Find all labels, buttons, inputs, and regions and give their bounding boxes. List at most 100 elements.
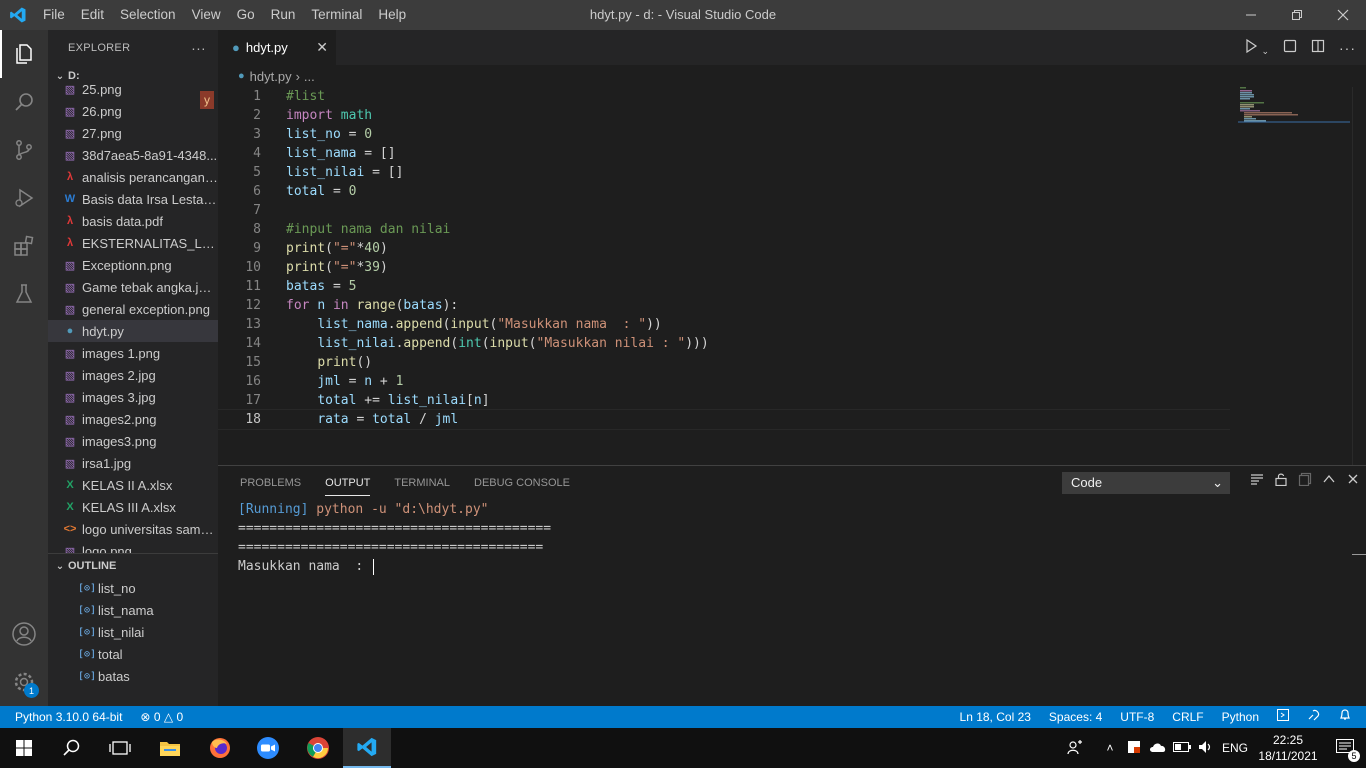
file-item[interactable]: W Basis data Irsa Lestari...: [48, 188, 218, 210]
extensions-icon[interactable]: [0, 222, 48, 270]
file-item[interactable]: X KELAS II A.xlsx: [48, 474, 218, 496]
search-icon[interactable]: [0, 78, 48, 126]
file-item[interactable]: ▧ Game tebak angka.jpeg: [48, 276, 218, 298]
notifications-icon[interactable]: 5: [1324, 738, 1366, 762]
input-language[interactable]: ENG: [1218, 741, 1252, 755]
outline-item[interactable]: [⊙] batas: [48, 665, 218, 687]
file-name: KELAS III A.xlsx: [82, 499, 176, 515]
file-item[interactable]: <> logo universitas sama...: [48, 518, 218, 540]
firefox-icon[interactable]: [196, 728, 244, 768]
security-shield-icon[interactable]: [1122, 740, 1146, 757]
file-item[interactable]: ▧ images2.png: [48, 408, 218, 430]
more-actions-icon[interactable]: ···: [1339, 40, 1356, 56]
menu-view[interactable]: View: [184, 0, 229, 30]
file-item[interactable]: λ basis data.pdf: [48, 210, 218, 232]
more-actions-button[interactable]: ···: [191, 40, 206, 56]
file-item[interactable]: ▧ general exception.png: [48, 298, 218, 320]
code-editor[interactable]: 1 #list 2 import math 3 list_no = 0 4 list_n…: [218, 87, 1366, 465]
tab-debug-console[interactable]: DEBUG CONSOLE: [462, 466, 582, 500]
python-interpreter[interactable]: Python 3.10.0 64-bit: [6, 706, 131, 728]
tab-problems[interactable]: PROBLEMS: [228, 466, 313, 500]
file-item[interactable]: ▧ 26.png: [48, 100, 218, 122]
source-control-icon[interactable]: [0, 126, 48, 174]
manage-gear-icon[interactable]: 1: [0, 658, 48, 706]
open-changes-icon[interactable]: [1283, 39, 1297, 56]
breadcrumb-symbol[interactable]: ...: [304, 69, 315, 84]
start-windows-icon[interactable]: [0, 728, 48, 768]
remote-icon[interactable]: [1268, 706, 1298, 728]
clear-output-icon[interactable]: [1250, 472, 1264, 489]
file-item[interactable]: ▧ images 2.jpg: [48, 364, 218, 386]
menu-edit[interactable]: Edit: [73, 0, 112, 30]
explorer-icon[interactable]: [0, 30, 48, 78]
editor-scrollbar[interactable]: [1352, 87, 1366, 465]
volume-icon[interactable]: [1194, 740, 1218, 757]
close-button[interactable]: [1320, 0, 1366, 30]
output-text[interactable]: [Running] python -u "d:\hdyt.py" ========…: [238, 500, 551, 576]
notifications-bell-icon[interactable]: [1330, 706, 1360, 728]
lock-scroll-icon[interactable]: [1274, 472, 1288, 489]
search-icon[interactable]: [48, 728, 96, 768]
run-debug-icon[interactable]: [0, 174, 48, 222]
battery-icon[interactable]: [1170, 741, 1194, 755]
cursor-position[interactable]: Ln 18, Col 23: [951, 706, 1040, 728]
output-channel-select[interactable]: Code ⌄: [1062, 472, 1230, 494]
outline-item[interactable]: [⊙] list_no: [48, 577, 218, 599]
close-panel-icon[interactable]: [1346, 472, 1360, 489]
clock[interactable]: 22:25 18/11/2021: [1252, 732, 1324, 764]
tab-hdyt-py[interactable]: ● hdyt.py ✕: [218, 30, 336, 65]
outline-section-header[interactable]: ⌄ OUTLINE: [48, 555, 218, 577]
menu-help[interactable]: Help: [370, 0, 414, 30]
file-item[interactable]: λ EKSTERNALITAS_LING...: [48, 232, 218, 254]
outline-item[interactable]: [⊙] total: [48, 643, 218, 665]
breadcrumb-file[interactable]: hdyt.py: [250, 69, 292, 84]
task-view-icon[interactable]: [96, 728, 144, 768]
menu-terminal[interactable]: Terminal: [303, 0, 370, 30]
people-icon[interactable]: [1060, 739, 1090, 758]
notifications-count: 5: [1348, 749, 1360, 762]
tab-terminal[interactable]: TERMINAL: [382, 466, 462, 500]
split-editor-icon[interactable]: [1311, 39, 1325, 56]
minimap[interactable]: [1238, 87, 1350, 127]
tab-output[interactable]: OUTPUT: [313, 466, 382, 500]
file-item[interactable]: ▧ logo.png: [48, 540, 218, 554]
indentation[interactable]: Spaces: 4: [1040, 706, 1111, 728]
zoom-icon[interactable]: [244, 728, 292, 768]
file-item[interactable]: ▧ 38d7aea5-8a91-4348...: [48, 144, 218, 166]
outline-item[interactable]: [⊙] list_nama: [48, 599, 218, 621]
open-log-icon[interactable]: [1298, 472, 1312, 489]
menu-run[interactable]: Run: [263, 0, 304, 30]
file-item[interactable]: ▧ images3.png: [48, 430, 218, 452]
file-item[interactable]: X KELAS III A.xlsx: [48, 496, 218, 518]
testing-flask-icon[interactable]: [0, 270, 48, 318]
file-item[interactable]: ▧ images 3.jpg: [48, 386, 218, 408]
html-file-icon: <>: [63, 523, 77, 535]
close-tab-icon[interactable]: ✕: [316, 39, 328, 56]
file-encoding[interactable]: UTF-8: [1111, 706, 1163, 728]
maximize-panel-icon[interactable]: [1322, 472, 1336, 489]
chrome-icon[interactable]: [294, 728, 342, 768]
file-item[interactable]: ▧ irsa1.jpg: [48, 452, 218, 474]
file-item[interactable]: ▧ images 1.png: [48, 342, 218, 364]
feedback-icon[interactable]: [1298, 706, 1330, 728]
problems-status[interactable]: ⊗ 0 △ 0: [131, 706, 192, 728]
onedrive-cloud-icon[interactable]: [1146, 741, 1170, 756]
menu-selection[interactable]: Selection: [112, 0, 184, 30]
file-explorer-icon[interactable]: [146, 728, 194, 768]
run-python-file-icon[interactable]: ⌄: [1243, 38, 1269, 57]
chevron-up-icon[interactable]: ˄: [1098, 741, 1122, 755]
end-of-line[interactable]: CRLF: [1163, 706, 1212, 728]
file-item[interactable]: ▧ Exceptionn.png: [48, 254, 218, 276]
accounts-icon[interactable]: [0, 610, 48, 658]
restore-button[interactable]: [1274, 0, 1320, 30]
file-item[interactable]: ▧ 25.png: [48, 78, 218, 100]
file-item[interactable]: λ analisis perancangan ...: [48, 166, 218, 188]
file-item[interactable]: ▧ 27.png: [48, 122, 218, 144]
outline-item[interactable]: [⊙] list_nilai: [48, 621, 218, 643]
menu-go[interactable]: Go: [229, 0, 263, 30]
vscode-taskbar-icon[interactable]: [343, 728, 391, 768]
menu-file[interactable]: File: [35, 0, 73, 30]
minimize-button[interactable]: [1228, 0, 1274, 30]
file-item[interactable]: ● hdyt.py: [48, 320, 218, 342]
language-mode[interactable]: Python: [1213, 706, 1268, 728]
